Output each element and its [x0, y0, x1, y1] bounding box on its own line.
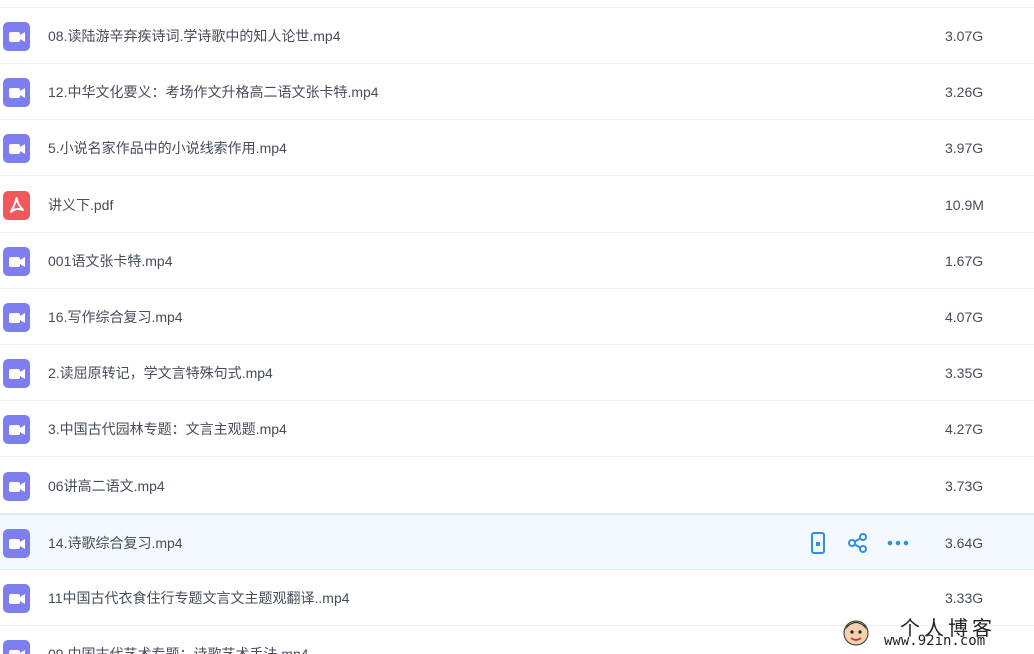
file-row[interactable]: 讲义下.pdf 10.9M — [0, 177, 1034, 233]
file-size: 3.73G — [945, 477, 984, 494]
file-row[interactable]: 5.小说名家作品中的小说线索作用.mp4 3.97G — [0, 120, 1034, 177]
file-size: 3.35G — [945, 365, 984, 382]
video-file-icon — [3, 640, 30, 654]
file-row[interactable]: 12.中华文化要义：考场作文升格高二语文张卡特.mp4 3.26G — [0, 64, 1034, 121]
file-name[interactable]: 3.中国古代园林专题：文言主观题.mp4 — [48, 420, 287, 438]
video-file-icon — [3, 584, 30, 613]
watermark-url: www.92in.com — [884, 633, 986, 649]
video-file-icon — [3, 246, 30, 276]
file-size: 1.67G — [945, 252, 984, 269]
file-name[interactable]: 001语文张卡特.mp4 — [48, 252, 172, 270]
file-size: 3.07G — [945, 28, 984, 44]
pdf-file-icon — [3, 190, 30, 220]
watermark-avatar-icon — [843, 620, 869, 646]
file-size: 3.33G — [945, 590, 984, 606]
file-name[interactable]: 5.小说名家作品中的小说线索作用.mp4 — [48, 139, 287, 157]
file-row[interactable]: 14.诗歌综合复习.mp4 3.64G — [0, 513, 1034, 570]
file-name[interactable]: 11中国古代衣食住行专题文言文主题观翻译..mp4 — [48, 589, 350, 607]
share-icon[interactable] — [846, 531, 870, 555]
file-row[interactable]: 08.读陆游辛弃疾诗词.学诗歌中的知人论世.mp4 3.07G — [0, 8, 1034, 64]
file-list: 08.读陆游辛弃疾诗词.学诗歌中的知人论世.mp4 3.07G 12.中华文化要义：… — [0, 0, 1034, 654]
file-size: 10.9M — [945, 196, 984, 213]
file-row[interactable]: 16.写作综合复习.mp4 4.07G — [0, 289, 1034, 345]
video-file-icon — [3, 303, 30, 332]
file-row[interactable]: 06讲高二语文.mp4 3.73G — [0, 458, 1034, 514]
more-icon[interactable] — [886, 531, 910, 555]
file-name[interactable]: 16.写作综合复习.mp4 — [48, 308, 183, 326]
file-name[interactable]: 08.读陆游辛弃疾诗词.学诗歌中的知人论世.mp4 — [48, 27, 340, 45]
video-file-icon — [3, 134, 30, 164]
file-name[interactable]: 讲义下.pdf — [48, 196, 113, 214]
file-name[interactable]: 12.中华文化要义：考场作文升格高二语文张卡特.mp4 — [48, 83, 379, 101]
file-row[interactable]: 2.读屈原转记，学文言特殊句式.mp4 3.35G — [0, 345, 1034, 402]
video-file-icon — [3, 78, 30, 108]
file-name[interactable]: 09.中国古代艺术专题：诗歌艺术手法.mp4 — [48, 645, 309, 654]
file-name[interactable]: 2.读屈原转记，学文言特殊句式.mp4 — [48, 364, 273, 382]
file-size: 4.27G — [945, 421, 984, 438]
file-row[interactable]: 001语文张卡特.mp4 1.67G — [0, 233, 1034, 289]
file-name[interactable]: 14.诗歌综合复习.mp4 — [48, 534, 183, 552]
watermark: 个人博客 www.92in.com — [842, 614, 1032, 654]
video-file-icon — [3, 359, 30, 389]
video-file-icon — [3, 22, 30, 51]
phone-icon[interactable] — [806, 531, 830, 555]
file-size: 3.26G — [945, 84, 984, 101]
video-file-icon — [3, 471, 30, 501]
file-size: 3.97G — [945, 140, 984, 157]
file-row[interactable]: 3.中国古代园林专题：文言主观题.mp4 4.27G — [0, 401, 1034, 458]
video-file-icon — [3, 528, 30, 558]
file-size: 3.64G — [945, 534, 984, 551]
file-name[interactable]: 06讲高二语文.mp4 — [48, 477, 165, 495]
file-size: 4.07G — [945, 309, 984, 325]
video-file-icon — [3, 415, 30, 445]
